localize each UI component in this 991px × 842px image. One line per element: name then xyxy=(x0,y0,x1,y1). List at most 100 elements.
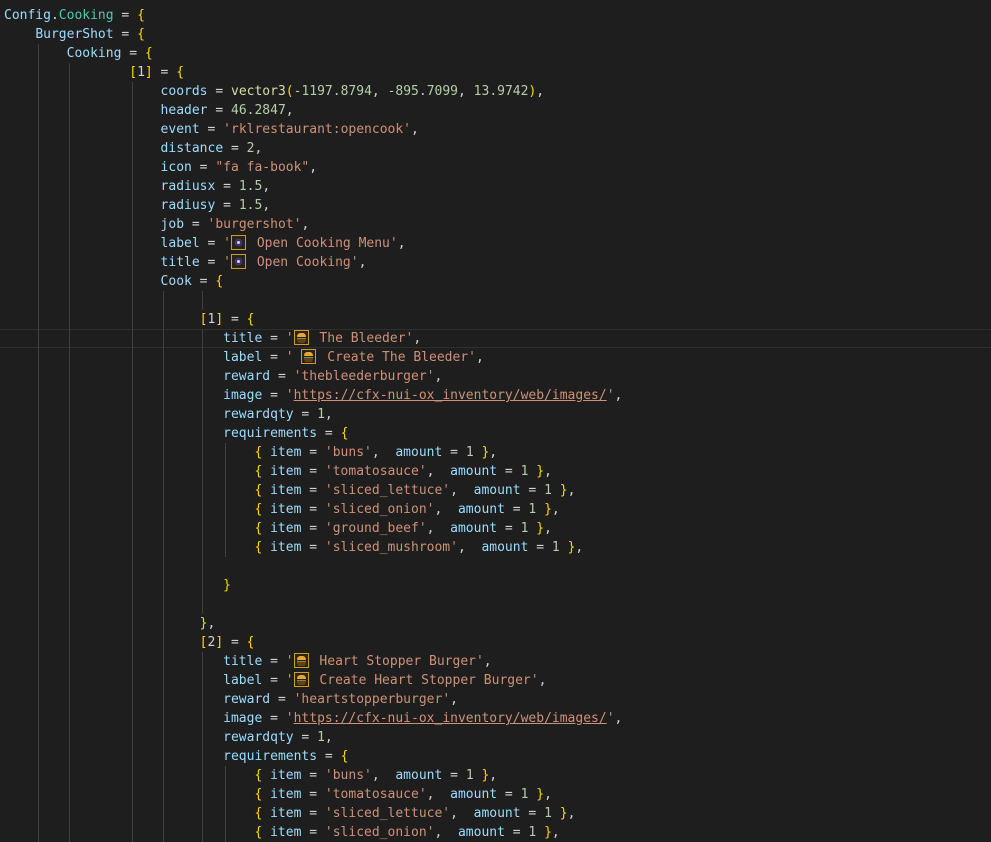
code-line[interactable]: icon = "fa fa-book", xyxy=(0,158,991,177)
code-line[interactable]: event = 'rklrestaurant:opencook', xyxy=(0,120,991,139)
code-text: Cook = { xyxy=(160,274,224,289)
code-line[interactable]: { item = 'tomatosauce', amount = 1 }, xyxy=(0,785,991,804)
code-line[interactable]: label = ' Create Heart Stopper Burger', xyxy=(0,671,991,690)
code-line[interactable]: { item = 'buns', amount = 1 }, xyxy=(0,443,991,462)
eye-emoji-icon xyxy=(231,235,246,250)
code-text: image = 'https://cfx-nui-ox_inventory/we… xyxy=(223,711,623,726)
code-text: } xyxy=(223,578,231,593)
indent-guide xyxy=(69,291,71,310)
indent-guide xyxy=(163,595,164,614)
indent-guide xyxy=(163,557,164,576)
code-line[interactable]: radiusy = 1.5, xyxy=(0,196,991,215)
code-line[interactable]: image = 'https://cfx-nui-ox_inventory/we… xyxy=(0,709,991,728)
code-text: [1] = { xyxy=(199,312,255,327)
code-text: { item = 'tomatosauce', amount = 1 }, xyxy=(254,787,552,802)
code-line[interactable]: BurgerShot = { xyxy=(0,25,991,44)
code-line[interactable]: rewardqty = 1, xyxy=(0,405,991,424)
code-line[interactable]: { item = 'sliced_onion', amount = 1 }, xyxy=(0,823,991,842)
code-line[interactable]: { item = 'ground_beef', amount = 1 }, xyxy=(0,519,991,538)
code-line[interactable]: image = 'https://cfx-nui-ox_inventory/we… xyxy=(0,386,991,405)
code-line[interactable] xyxy=(0,291,991,310)
code-text: BurgerShot = { xyxy=(35,27,145,42)
indent-guide xyxy=(131,291,133,310)
indent-guide xyxy=(131,557,133,576)
code-text: label = ' Create The Bleeder', xyxy=(223,349,484,365)
code-line[interactable]: [2] = { xyxy=(0,633,991,652)
code-line[interactable]: job = 'burgershot', xyxy=(0,215,991,234)
indent-guide xyxy=(202,595,203,614)
burger-emoji-icon xyxy=(293,330,309,345)
code-line[interactable]: requirements = { xyxy=(0,424,991,443)
code-line[interactable]: reward = 'thebleederburger', xyxy=(0,367,991,386)
burger-emoji-icon xyxy=(301,349,317,364)
code-text: { item = 'buns', amount = 1 }, xyxy=(254,768,498,783)
code-line[interactable]: { item = 'sliced_mushroom', amount = 1 }… xyxy=(0,538,991,557)
indent-guide xyxy=(69,557,71,576)
code-text: distance = 2, xyxy=(160,141,263,156)
code-line[interactable]: { item = 'sliced_lettuce', amount = 1 }, xyxy=(0,804,991,823)
code-text: image = 'https://cfx-nui-ox_inventory/we… xyxy=(223,388,623,403)
code-text: rewardqty = 1, xyxy=(223,407,333,422)
code-line[interactable]: } xyxy=(0,576,991,595)
code-text: requirements = { xyxy=(223,426,349,441)
code-text: radiusy = 1.5, xyxy=(160,198,271,213)
code-line[interactable]: radiusx = 1.5, xyxy=(0,177,991,196)
code-text: reward = 'thebleederburger', xyxy=(223,369,443,384)
code-text: job = 'burgershot', xyxy=(160,217,310,232)
code-line[interactable] xyxy=(0,557,991,576)
code-text: rewardqty = 1, xyxy=(223,730,333,745)
code-text: { item = 'buns', amount = 1 }, xyxy=(254,445,498,460)
indent-guide xyxy=(163,291,164,310)
code-text: [1] = { xyxy=(129,65,185,80)
code-line[interactable]: requirements = { xyxy=(0,747,991,766)
code-text: icon = "fa fa-book", xyxy=(160,160,318,175)
code-editor[interactable]: Config.Cooking = { BurgerShot = { Cookin… xyxy=(0,0,991,842)
code-line[interactable]: { item = 'sliced_onion', amount = 1 }, xyxy=(0,500,991,519)
code-text: { item = 'ground_beef', amount = 1 }, xyxy=(254,521,552,536)
indent-guide xyxy=(38,291,40,310)
code-text: { item = 'sliced_onion', amount = 1 }, xyxy=(254,825,560,840)
code-text: title = ' Heart Stopper Burger', xyxy=(223,653,492,669)
code-line[interactable]: { item = 'tomatosauce', amount = 1 }, xyxy=(0,462,991,481)
code-line[interactable]: [1] = { xyxy=(0,63,991,82)
code-line[interactable]: title = ' Heart Stopper Burger', xyxy=(0,652,991,671)
indent-guide xyxy=(131,595,133,614)
indent-guide xyxy=(38,557,40,576)
code-line[interactable]: label = ' Open Cooking Menu', xyxy=(0,234,991,253)
code-text: { item = 'sliced_onion', amount = 1 }, xyxy=(254,502,560,517)
code-line[interactable]: { item = 'sliced_lettuce', amount = 1 }, xyxy=(0,481,991,500)
code-text: reward = 'heartstopperburger', xyxy=(223,692,458,707)
code-line[interactable]: reward = 'heartstopperburger', xyxy=(0,690,991,709)
code-line[interactable]: header = 46.2847, xyxy=(0,101,991,120)
code-line[interactable]: Config.Cooking = { xyxy=(0,6,991,25)
code-line[interactable]: rewardqty = 1, xyxy=(0,728,991,747)
code-text: label = ' Open Cooking Menu', xyxy=(160,235,406,251)
code-text: requirements = { xyxy=(223,749,349,764)
code-line[interactable]: title = ' Open Cooking', xyxy=(0,253,991,272)
indent-guide xyxy=(38,595,40,614)
code-text: }, xyxy=(199,616,216,631)
code-line[interactable]: distance = 2, xyxy=(0,139,991,158)
code-text: coords = vector3(-1197.8794, -895.7099, … xyxy=(160,84,545,99)
code-line[interactable]: { item = 'buns', amount = 1 }, xyxy=(0,766,991,785)
burger-emoji-icon xyxy=(293,672,309,687)
code-text: { item = 'sliced_lettuce', amount = 1 }, xyxy=(254,483,576,498)
code-text: title = ' The Bleeder', xyxy=(223,330,422,346)
burger-emoji-icon xyxy=(293,653,309,668)
code-line[interactable]: title = ' The Bleeder', xyxy=(0,329,991,348)
code-line[interactable]: Cooking = { xyxy=(0,44,991,63)
indent-guide xyxy=(69,595,71,614)
code-text: event = 'rklrestaurant:opencook', xyxy=(160,122,419,137)
code-line[interactable]: label = ' Create The Bleeder', xyxy=(0,348,991,367)
code-line[interactable]: coords = vector3(-1197.8794, -895.7099, … xyxy=(0,82,991,101)
code-text: { item = 'sliced_mushroom', amount = 1 }… xyxy=(254,540,584,555)
indent-guide xyxy=(202,291,203,310)
code-line[interactable]: [1] = { xyxy=(0,310,991,329)
code-line[interactable]: }, xyxy=(0,614,991,633)
code-text: Cooking = { xyxy=(66,46,153,61)
code-line[interactable]: Cook = { xyxy=(0,272,991,291)
code-text: title = ' Open Cooking', xyxy=(160,254,367,270)
code-text: [2] = { xyxy=(199,635,255,650)
code-line[interactable] xyxy=(0,595,991,614)
code-text: Config.Cooking = { xyxy=(4,8,145,23)
